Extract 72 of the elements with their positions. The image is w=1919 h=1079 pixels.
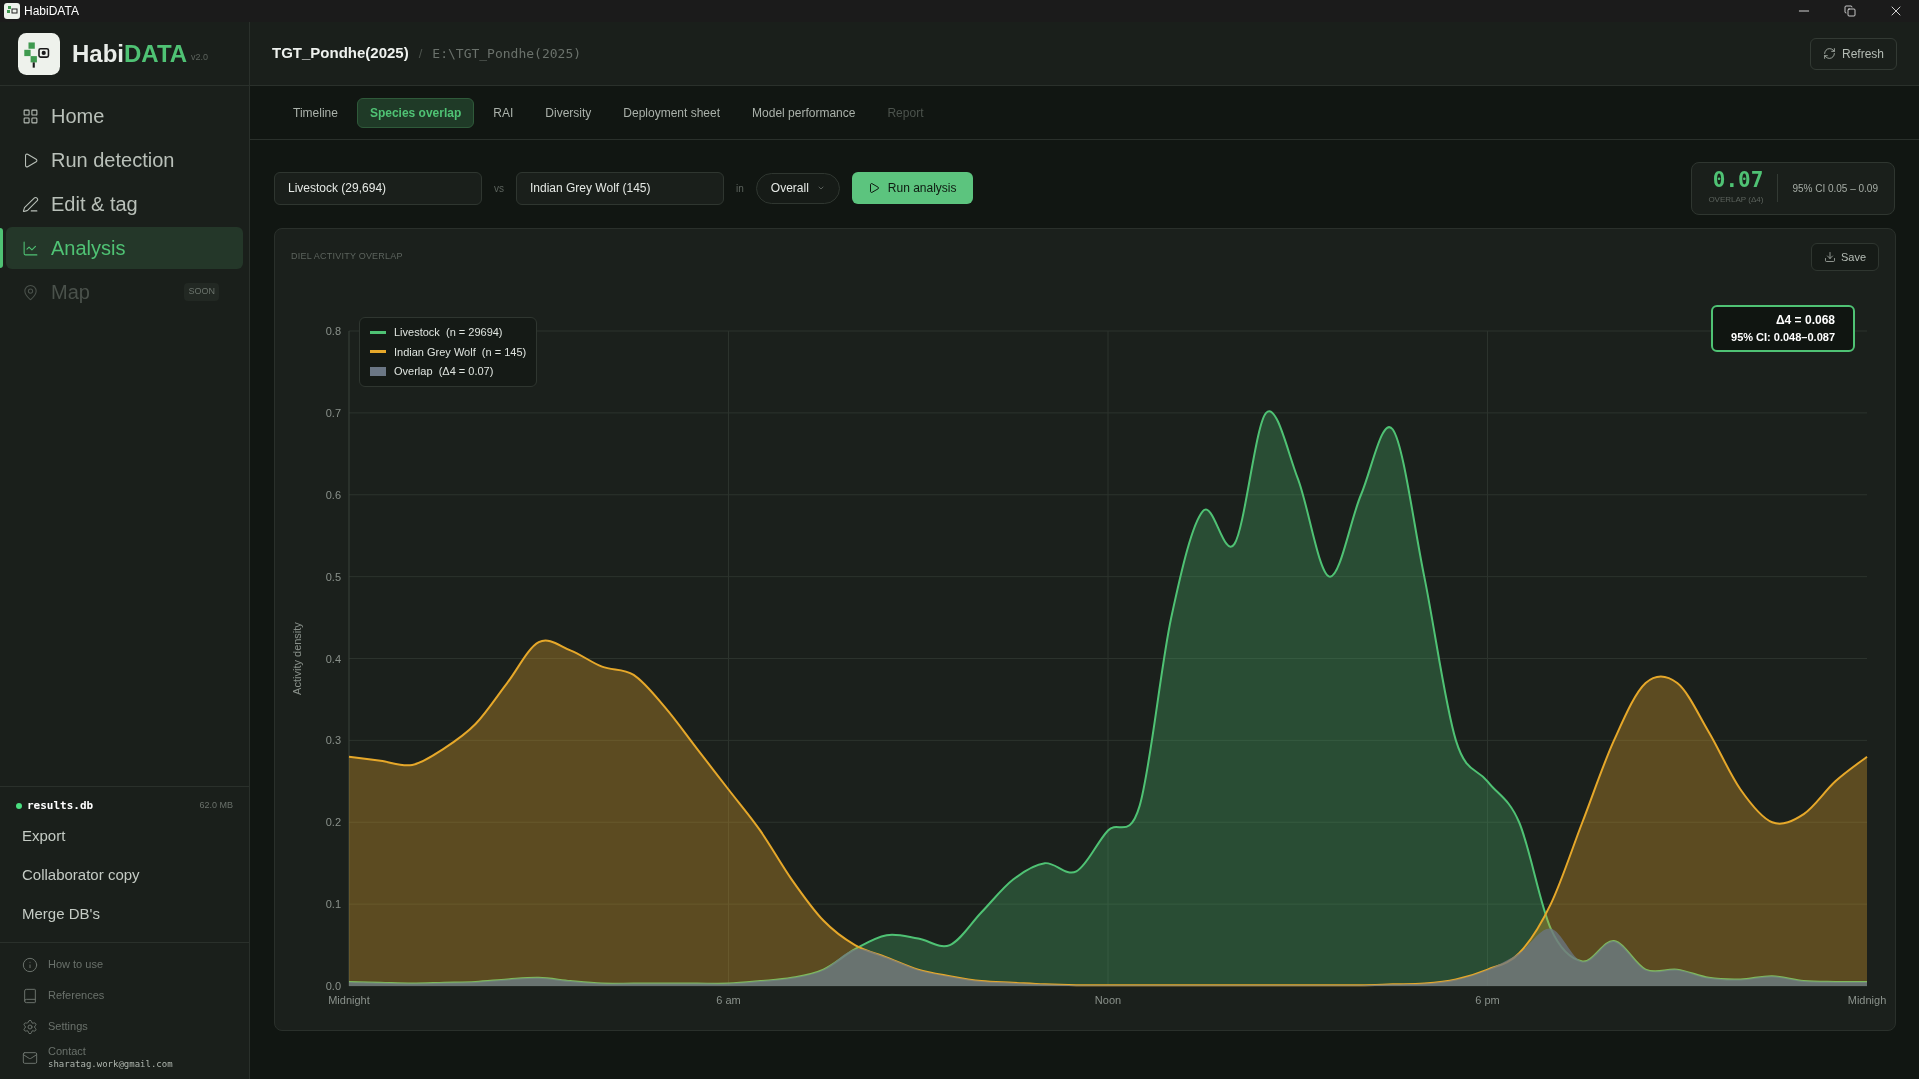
x-tick-label: Midnight xyxy=(328,994,370,1006)
tab[interactable]: Species overlap xyxy=(356,97,475,128)
active-indicator xyxy=(0,228,3,268)
in-label: in xyxy=(735,181,745,196)
mail-icon xyxy=(22,1049,38,1066)
nav-item[interactable]: Edit & tag xyxy=(6,183,243,225)
play-icon xyxy=(22,151,39,169)
species-field[interactable]: Indian Grey Wolf (145) xyxy=(516,171,724,205)
settings-icon xyxy=(22,1018,38,1035)
window-title: HabiDATA xyxy=(24,3,79,20)
info-icon xyxy=(22,956,38,973)
y-axis-label: Activity density xyxy=(291,622,303,695)
restore-icon[interactable] xyxy=(1844,5,1856,17)
y-tick-label: 0.3 xyxy=(325,734,341,747)
version-label: v2.0 xyxy=(191,50,209,64)
y-tick-label: 0.2 xyxy=(325,816,341,829)
database-action[interactable]: Merge DB's xyxy=(0,895,249,934)
tab[interactable]: RAI xyxy=(480,97,527,128)
map-pin-icon xyxy=(22,283,39,301)
chart-title: DIEL ACTIVITY OVERLAP xyxy=(291,250,403,264)
play-icon xyxy=(867,182,880,194)
refresh-icon xyxy=(1822,47,1836,60)
x-tick-label: 6 am xyxy=(716,994,741,1006)
y-tick-label: 0.5 xyxy=(325,570,341,583)
x-tick-label: Midnigh xyxy=(1847,994,1887,1006)
x-tick-label: Noon xyxy=(1094,994,1122,1006)
caret-icon xyxy=(816,184,825,192)
pen-icon xyxy=(22,195,39,213)
legend-label: Livestock (n = 29694) xyxy=(394,325,503,340)
estimate-value: Δ4 = 0.068 xyxy=(1776,312,1835,329)
confidence-interval: 95% CI 0.05 – 0.09 xyxy=(1792,181,1878,196)
breadcrumb-separator: / xyxy=(418,44,423,63)
logo-icon xyxy=(18,32,60,75)
tab[interactable]: Timeline xyxy=(280,97,351,128)
footer-link[interactable]: Contact sharatag.work@gmail.com xyxy=(0,1044,249,1071)
nav-item[interactable]: Run detection xyxy=(6,139,243,181)
nav-item[interactable]: Analysis xyxy=(6,227,243,269)
estimate-interval: 95% CI: 0.048–0.087 xyxy=(1731,330,1835,345)
overlap-value: 0.07 xyxy=(1712,170,1764,191)
soon-badge: SOON xyxy=(184,283,219,301)
y-tick-label: 0.6 xyxy=(325,488,341,501)
species-field[interactable]: Livestock (29,694) xyxy=(274,171,482,205)
book-icon xyxy=(22,987,38,1004)
vs-label: vs xyxy=(493,181,505,196)
legend-label: Indian Grey Wolf (n = 145) xyxy=(394,344,527,360)
app-icon xyxy=(4,3,20,19)
refresh-button[interactable]: Refresh xyxy=(1809,37,1897,70)
tab[interactable]: Deployment sheet xyxy=(610,97,734,128)
project-path: E:\TGT_Pondhe(2025) xyxy=(432,44,582,63)
app-name: HabiDATA xyxy=(72,38,188,69)
nav-item[interactable]: Home xyxy=(6,95,243,137)
database-action[interactable]: Collaborator copy xyxy=(0,856,249,895)
y-tick-label: 0.7 xyxy=(325,406,341,419)
database-size: 62.0 MB xyxy=(199,799,233,813)
tab[interactable]: Diversity xyxy=(532,97,605,128)
y-tick-label: 0.4 xyxy=(325,652,341,665)
tab[interactable]: Model performance xyxy=(739,97,869,128)
save-button[interactable]: Save xyxy=(1810,243,1879,271)
database-action[interactable]: Export xyxy=(0,817,249,856)
legend-label: Overlap (Δ4 = 0.07) xyxy=(394,364,494,379)
overlap-label: OVERLAP (Δ4) xyxy=(1708,194,1764,206)
y-tick-label: 0.8 xyxy=(325,325,341,337)
download-icon xyxy=(1823,251,1836,263)
line-chart-icon xyxy=(22,239,39,257)
y-tick-label: 0.0 xyxy=(325,980,341,992)
y-tick-label: 0.1 xyxy=(325,898,341,911)
period-dropdown[interactable]: Overall xyxy=(755,172,840,204)
database-name: results.db xyxy=(27,797,94,814)
x-tick-label: 6 pm xyxy=(1475,994,1500,1006)
run-analysis-button[interactable]: Run analysis xyxy=(851,172,973,204)
project-name: TGT_Pondhe(2025) xyxy=(272,43,409,64)
grid-icon xyxy=(22,107,39,125)
